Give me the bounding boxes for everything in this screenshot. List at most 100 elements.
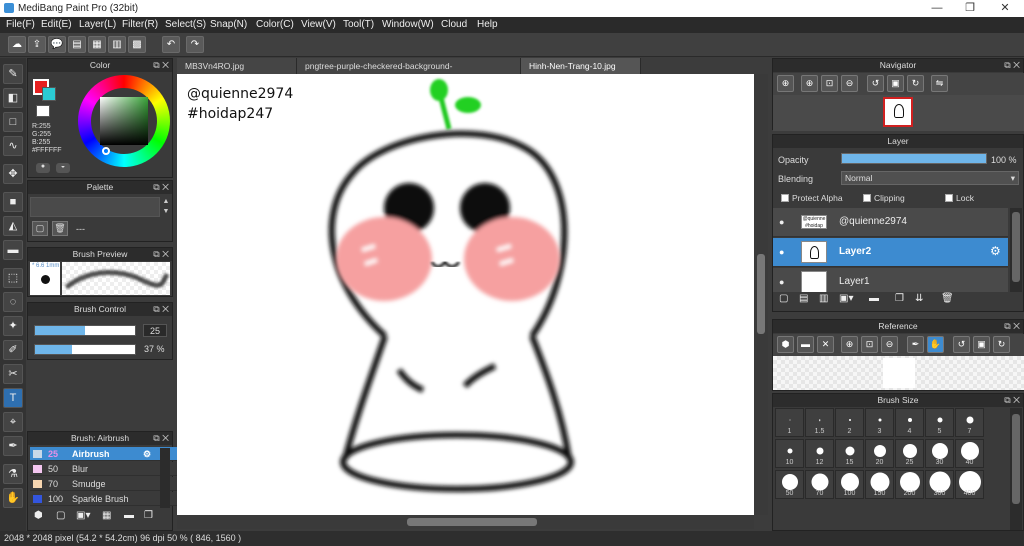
brush-size-cell[interactable]: 1.5 bbox=[805, 408, 834, 437]
menu-color[interactable]: Color(C) bbox=[256, 19, 294, 30]
zoom-in-icon[interactable]: ⊕ bbox=[777, 75, 794, 92]
magic-wand-icon[interactable]: ✦ bbox=[3, 316, 23, 336]
layer-row-quienne[interactable]: ● @quienne #hoidap @quienne2974 bbox=[773, 208, 1008, 237]
undo-button[interactable]: ↶ bbox=[162, 36, 180, 53]
brush-size-cell[interactable]: 10 bbox=[775, 439, 804, 468]
grid-icon[interactable]: ▩ bbox=[128, 36, 146, 53]
brush-size-cell[interactable]: 100 bbox=[835, 470, 864, 499]
protect-alpha-checkbox[interactable]: Protect Alpha bbox=[781, 193, 843, 203]
hand-icon[interactable]: ✋ bbox=[927, 336, 944, 353]
brush-size-cell[interactable]: 1 bbox=[775, 408, 804, 437]
document-icon[interactable]: ▦ bbox=[88, 36, 106, 53]
brush-size-cell[interactable]: 30 bbox=[925, 439, 954, 468]
menu-cloud[interactable]: Cloud bbox=[441, 19, 467, 30]
copy-brush-icon[interactable]: ❐ bbox=[144, 510, 153, 521]
brush-list-scrollbar[interactable] bbox=[160, 448, 170, 508]
gradient-tool-icon[interactable]: ▬ bbox=[3, 240, 23, 260]
panel-close-icon[interactable]: ⧉ ✕ bbox=[153, 432, 169, 445]
horizontal-scroll-thumb[interactable] bbox=[407, 518, 537, 526]
brush-opacity-slider[interactable] bbox=[34, 344, 136, 355]
duplicate-layer-icon[interactable]: ❐ bbox=[895, 293, 904, 304]
white-swatch[interactable] bbox=[36, 105, 50, 117]
panel-close-icon[interactable]: ⧉ ✕ bbox=[1004, 320, 1020, 333]
merge-layer-icon[interactable]: ⇊ bbox=[915, 293, 923, 304]
new-brush-icon[interactable]: ▢ bbox=[56, 510, 65, 521]
horizontal-scrollbar[interactable] bbox=[177, 515, 754, 529]
new-8bit-layer-icon[interactable]: ▥ bbox=[819, 293, 828, 304]
rotate-right-icon[interactable]: ↻ bbox=[993, 336, 1010, 353]
color-mode-button[interactable]: ● bbox=[36, 163, 50, 173]
zoom-out-icon[interactable]: ⊖ bbox=[881, 336, 898, 353]
panel-close-icon[interactable]: ⧉ ✕ bbox=[1004, 59, 1020, 72]
move-tool-icon[interactable]: ✥ bbox=[3, 164, 23, 184]
reference-view[interactable] bbox=[773, 356, 1024, 390]
minimize-button[interactable]: — bbox=[922, 0, 952, 17]
palette-swatch-area[interactable] bbox=[30, 197, 160, 217]
vertical-scroll-thumb[interactable] bbox=[757, 254, 765, 334]
tab-mb3vn4ro[interactable]: MB3Vn4RO.jpg bbox=[177, 58, 297, 74]
rotate-left-icon[interactable]: ↺ bbox=[867, 75, 884, 92]
close-button[interactable]: ✕ bbox=[990, 0, 1020, 17]
fit-icon[interactable]: ⊡ bbox=[821, 75, 838, 92]
menu-window[interactable]: Window(W) bbox=[382, 19, 434, 30]
gear-icon[interactable]: ⚙ bbox=[990, 244, 1001, 258]
zoom-in-2-icon[interactable]: ⊕ bbox=[801, 75, 818, 92]
zoom-out-icon[interactable]: ⊖ bbox=[841, 75, 858, 92]
menu-help[interactable]: Help bbox=[477, 19, 498, 30]
folder-icon[interactable]: ▬ bbox=[124, 510, 134, 521]
lock-checkbox[interactable]: Lock bbox=[945, 193, 974, 203]
drawing-canvas[interactable]: @quienne2974 #hoidap247 bbox=[177, 74, 754, 515]
new-layer-icon[interactable]: ▢ bbox=[779, 293, 788, 304]
fit-window-icon[interactable]: ▣ bbox=[887, 75, 904, 92]
panel-close-icon[interactable]: ⧉ ✕ bbox=[153, 248, 169, 261]
fit-window-icon[interactable]: ▣ bbox=[973, 336, 990, 353]
visibility-icon[interactable]: ● bbox=[779, 217, 784, 227]
line-tool-icon[interactable]: ∿ bbox=[3, 136, 23, 156]
background-color-swatch[interactable] bbox=[42, 87, 56, 101]
restore-button[interactable]: ❐ bbox=[955, 0, 985, 17]
layer-row-layer1[interactable]: ● Layer1 bbox=[773, 268, 1008, 292]
brush-size-slider[interactable] bbox=[34, 325, 136, 336]
menu-view[interactable]: View(V) bbox=[301, 19, 336, 30]
blending-select[interactable]: Normal ▾ bbox=[841, 171, 1019, 185]
reference-load-icon[interactable]: ⬢ bbox=[777, 336, 794, 353]
eyedropper-icon[interactable]: ⚗ bbox=[3, 464, 23, 484]
hue-ring[interactable] bbox=[78, 75, 170, 167]
redo-button[interactable]: ↷ bbox=[186, 36, 204, 53]
vertical-scrollbar[interactable] bbox=[754, 74, 768, 515]
brush-size-cell[interactable]: 40 bbox=[955, 439, 984, 468]
menu-file[interactable]: File(F) bbox=[6, 19, 35, 30]
dropper-tool-icon[interactable]: ✒ bbox=[3, 436, 23, 456]
select-eraser-icon[interactable]: ✂ bbox=[3, 364, 23, 384]
palette-scroll[interactable]: ▲ ▼ bbox=[161, 197, 171, 217]
brush-size-scrollbar[interactable] bbox=[1010, 408, 1022, 530]
hand-tool-icon[interactable]: ✋ bbox=[3, 488, 23, 508]
brush-size-value[interactable]: 25 bbox=[143, 324, 167, 337]
lasso-tool-icon[interactable]: ◌ bbox=[3, 292, 23, 312]
comment-icon[interactable]: 💬 bbox=[48, 36, 66, 53]
brush-menu-icon[interactable]: ▣▾ bbox=[76, 510, 90, 521]
menu-snap[interactable]: Snap(N) bbox=[210, 19, 247, 30]
panel-layout-icon[interactable]: ▥ bbox=[108, 36, 126, 53]
close-icon[interactable]: ✕ bbox=[817, 336, 834, 353]
clipping-checkbox[interactable]: Clipping bbox=[863, 193, 905, 203]
navigator-thumbnail[interactable] bbox=[883, 97, 913, 127]
new-halftone-layer-icon[interactable]: ▤ bbox=[799, 293, 808, 304]
eyedropper-icon[interactable]: ✒ bbox=[907, 336, 924, 353]
layer-scrollbar[interactable] bbox=[1010, 208, 1022, 292]
tab-hinh-nen[interactable]: Hinh-Nen-Trang-10.jpg bbox=[521, 58, 641, 74]
color-swap-button[interactable]: ◒ bbox=[56, 163, 70, 173]
zoom-in-icon[interactable]: ⊕ bbox=[841, 336, 858, 353]
fill-shape-tool-icon[interactable]: ■ bbox=[3, 192, 23, 212]
import-brush-icon[interactable]: ▦ bbox=[102, 510, 111, 521]
rectangle-tool-icon[interactable]: □ bbox=[3, 112, 23, 132]
text-tool-icon[interactable]: T bbox=[3, 388, 23, 408]
saturation-square[interactable] bbox=[100, 97, 148, 145]
gear-icon[interactable]: ⚙ bbox=[143, 447, 151, 461]
add-brush-icon[interactable]: ⬢ bbox=[34, 510, 43, 521]
select-pen-icon[interactable]: ✐ bbox=[3, 340, 23, 360]
panel-close-icon[interactable]: ⧉ ✕ bbox=[153, 303, 169, 316]
brush-size-cell[interactable]: 4 bbox=[895, 408, 924, 437]
fit-icon[interactable]: ⊡ bbox=[861, 336, 878, 353]
rotate-right-icon[interactable]: ↻ bbox=[907, 75, 924, 92]
